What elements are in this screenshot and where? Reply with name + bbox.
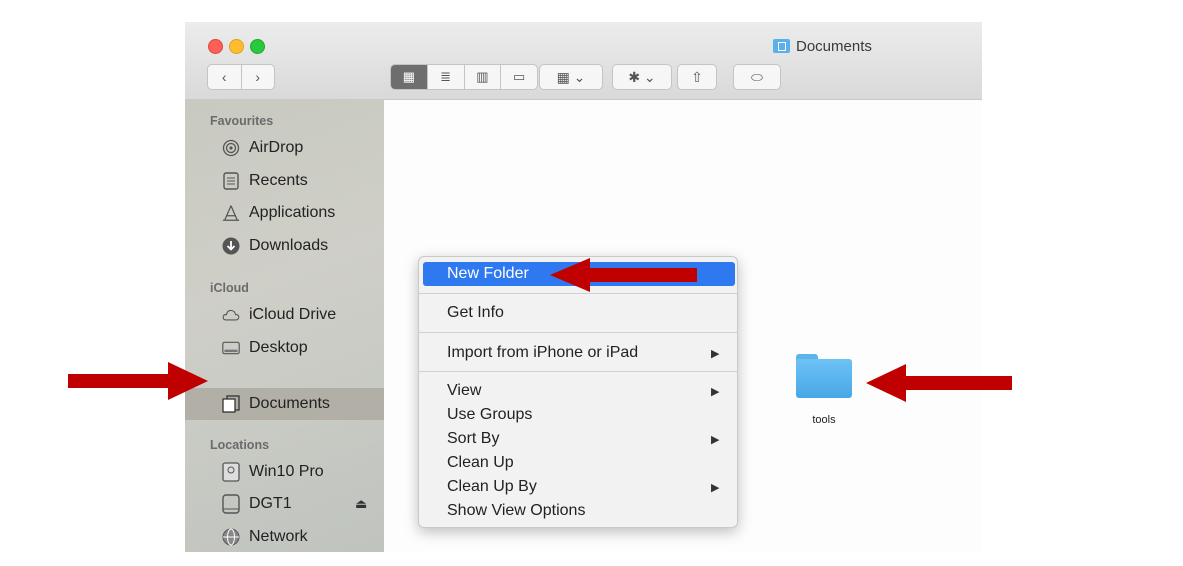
applications-icon [222,204,240,222]
annotation-arrow-new-folder [550,258,697,292]
cloud-icon [222,306,240,324]
documents-folder-icon [773,39,790,53]
menu-separator [419,293,737,294]
recents-icon [222,172,240,190]
sidebar-item-label: Recents [249,172,308,189]
disk-icon [222,462,240,482]
column-view-button[interactable]: ▥ [463,65,501,89]
minimize-button[interactable] [229,39,244,54]
drive-icon [222,494,240,514]
sidebar: Favourites AirDrop Recents Applications … [185,100,384,552]
sidebar-item-applications[interactable]: Applications [185,197,384,229]
sidebar-item-label: Applications [249,204,336,221]
tag-button[interactable]: ⬭ [733,64,781,90]
folder-tools-icon[interactable] [796,354,852,398]
desktop-icon [222,339,240,357]
submenu-arrow-icon: ▶ [711,481,720,494]
sidebar-item-airdrop[interactable]: AirDrop [185,132,384,164]
icon-view-button[interactable]: ▦ [391,65,427,89]
submenu-arrow-icon: ▶ [711,433,720,446]
sidebar-section-icloud: iCloud [210,281,249,295]
menu-separator [419,371,737,372]
menu-separator [419,332,737,333]
share-button[interactable]: ⇧ [677,64,717,90]
airdrop-icon [222,139,240,157]
sidebar-item-desktop[interactable]: Desktop [185,332,384,364]
sidebar-item-label: Win10 Pro [249,463,324,480]
annotation-arrow-documents [68,362,208,400]
view-mode-group: ▦ ≣ ▥ ▭ [390,64,538,90]
sidebar-item-label: Network [249,528,308,545]
list-view-button[interactable]: ≣ [426,65,464,89]
sidebar-item-label: DGT1 [249,495,292,512]
sidebar-item-label: Downloads [249,237,329,254]
sidebar-item-icloud-drive[interactable]: iCloud Drive [185,299,384,331]
sidebar-item-label: AirDrop [249,139,304,156]
sidebar-section-locations: Locations [210,438,270,452]
sidebar-item-dgt1[interactable]: DGT1 ⏏ [185,488,384,520]
menu-item-use-groups[interactable]: Use Groups [423,403,735,427]
gallery-view-button[interactable]: ▭ [500,65,537,89]
sidebar-item-downloads[interactable]: Downloads [185,230,384,262]
downloads-icon [222,237,240,255]
documents-icon [222,395,240,413]
sidebar-item-recents[interactable]: Recents [185,165,384,197]
submenu-arrow-icon: ▶ [711,385,720,398]
network-icon [222,528,240,546]
menu-item-clean-up-by[interactable]: Clean Up By ▶ [423,475,735,499]
sidebar-item-label: Desktop [249,339,308,356]
sidebar-item-documents[interactable]: Documents [185,388,384,420]
sidebar-item-win10-pro[interactable]: Win10 Pro [185,456,384,488]
sidebar-item-network[interactable]: Network [185,521,384,552]
menu-item-get-info[interactable]: Get Info [423,301,735,325]
zoom-button[interactable] [250,39,265,54]
menu-item-view[interactable]: View ▶ [423,379,735,403]
eject-icon[interactable]: ⏏ [355,496,367,512]
close-button[interactable] [208,39,223,54]
toolbar: Documents ‹ › ▦ ≣ ▥ ▭ ▦ ⌄ ✱ ⌄ ⇧ ⬭ [185,22,982,100]
action-gear-button[interactable]: ✱ ⌄ [612,64,672,90]
folder-label[interactable]: tools [794,414,854,426]
window-title: Documents [773,36,872,56]
menu-item-import-from-iphone[interactable]: Import from iPhone or iPad ▶ [423,341,735,365]
back-button[interactable]: ‹ [208,65,242,89]
sidebar-section-favourites: Favourites [210,114,274,128]
sidebar-item-label: iCloud Drive [249,306,337,323]
context-menu: New Folder Get Info Import from iPhone o… [418,256,738,528]
forward-button[interactable]: › [242,65,275,89]
nav-buttons: ‹ › [207,64,275,90]
group-button[interactable]: ▦ ⌄ [539,64,603,90]
submenu-arrow-icon: ▶ [711,347,720,360]
menu-item-clean-up[interactable]: Clean Up [423,451,735,475]
menu-item-show-view-options[interactable]: Show View Options [423,499,735,523]
annotation-arrow-tools-folder [866,364,1012,402]
sidebar-item-label: Documents [249,395,330,412]
menu-item-sort-by[interactable]: Sort By ▶ [423,427,735,451]
